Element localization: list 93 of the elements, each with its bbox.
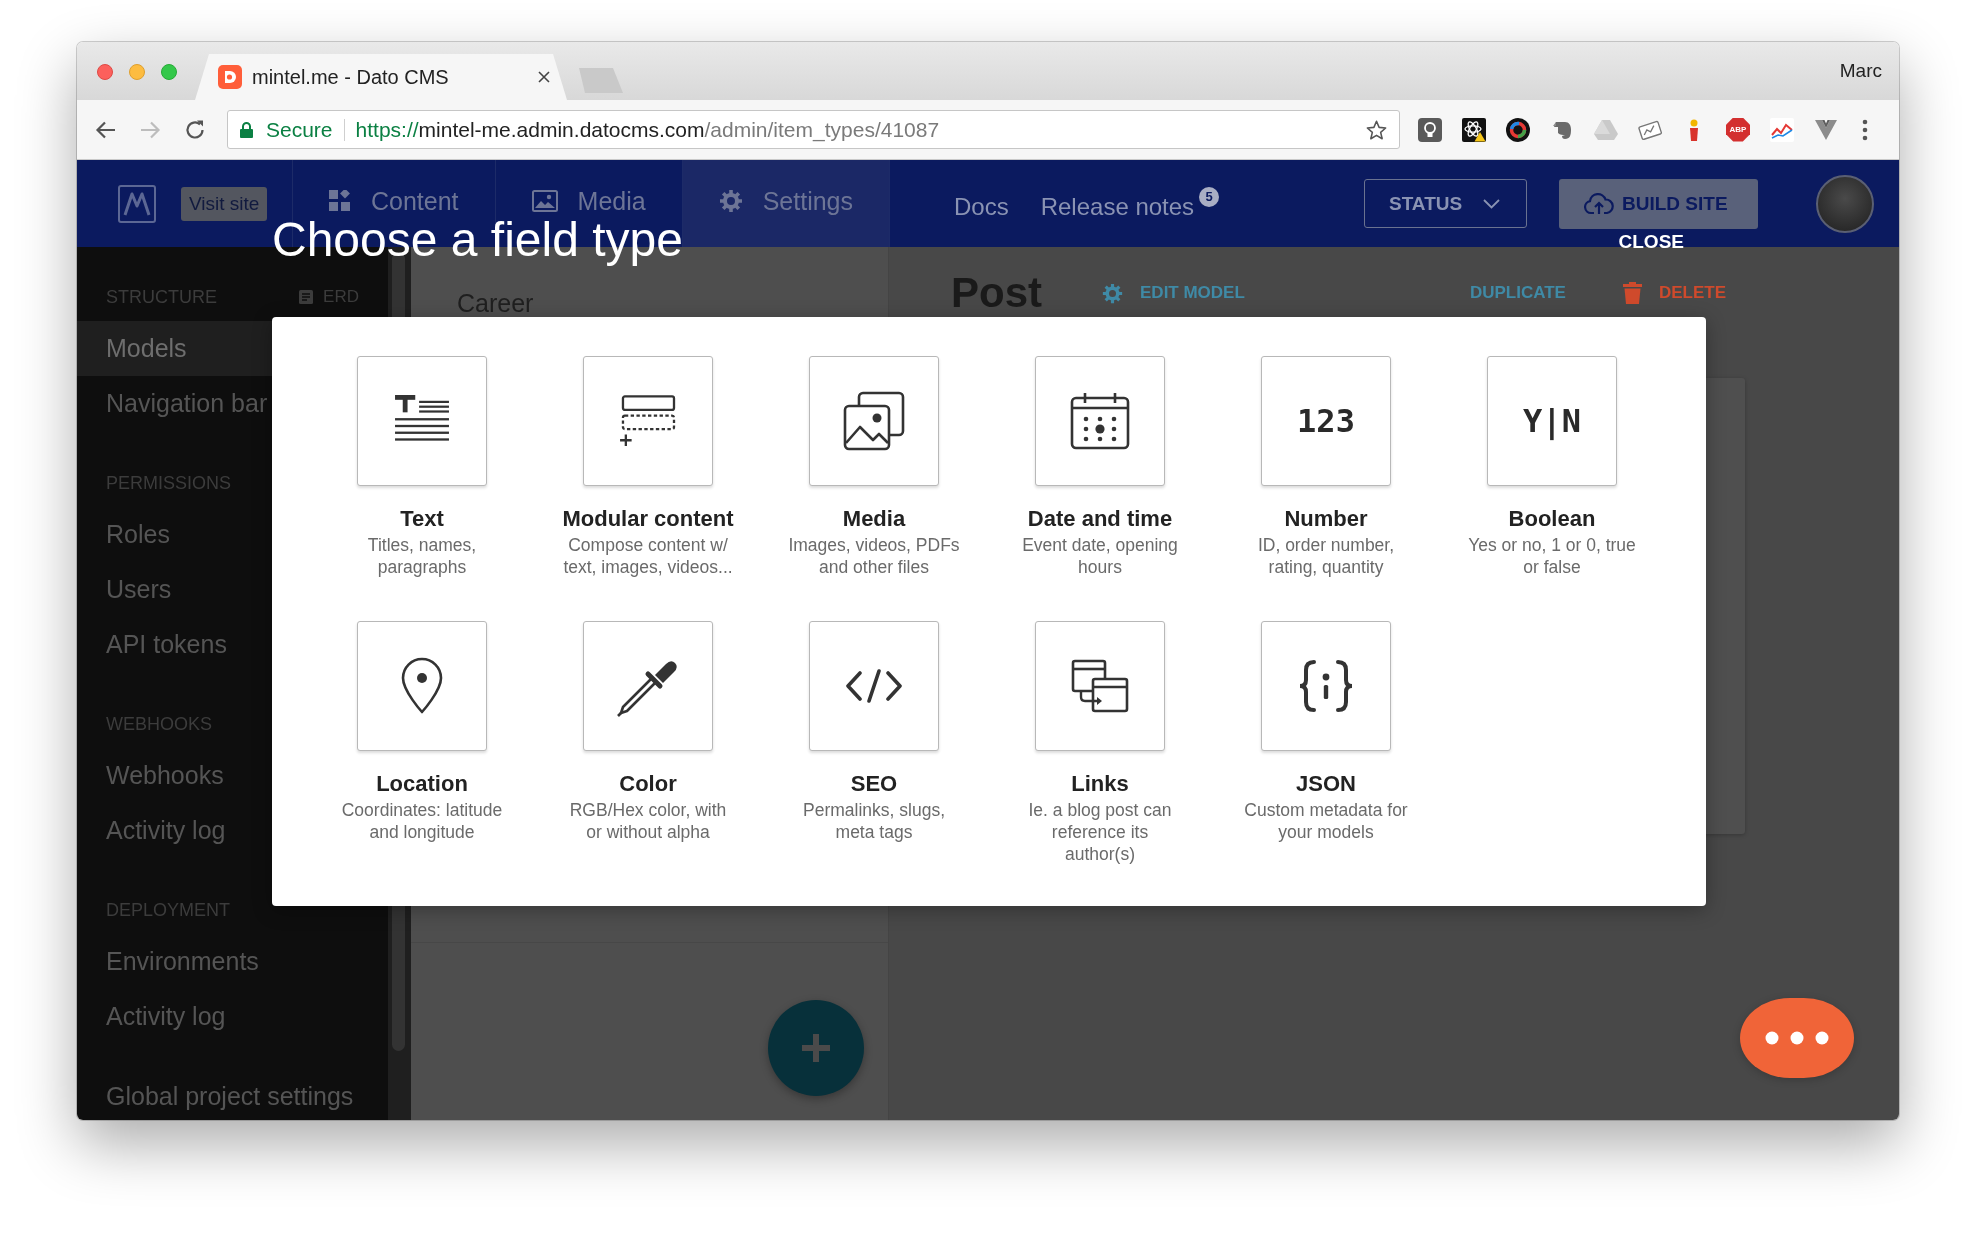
field-type-description: RGB/Hex color, with or without alpha (569, 799, 727, 843)
header-link[interactable]: Docs (954, 186, 1009, 221)
nav-tab[interactable]: Settings (682, 160, 889, 247)
calendar-icon (1070, 392, 1130, 450)
close-button[interactable]: CLOSE (1618, 231, 1684, 253)
field-type-button[interactable]: Y|N (1487, 356, 1617, 486)
close-icon[interactable] (538, 71, 550, 83)
model-action-button[interactable]: DUPLICATE (1469, 283, 1566, 303)
avatar[interactable] (1816, 174, 1874, 233)
ellipsis-icon (1765, 1031, 1829, 1045)
document-icon (299, 290, 314, 304)
field-type-name: Text (400, 506, 444, 532)
sidebar-item[interactable]: Activity log (77, 803, 272, 858)
build-site-button[interactable]: BUILD SITE (1559, 178, 1758, 229)
field-type-description: Yes or no, 1 or 0, true or false (1468, 534, 1636, 578)
count-badge: 5 (1199, 186, 1220, 207)
model-action-button[interactable]: DELETE (1622, 282, 1726, 304)
field-type-button[interactable] (357, 621, 487, 751)
field-type-description: Images, videos, PDFs and other files (788, 534, 960, 578)
browser-tab[interactable]: mintel.me - Dato CMS (195, 54, 567, 100)
security-label: Secure (266, 117, 333, 142)
field-type-button[interactable] (809, 621, 939, 751)
sidebar-item[interactable]: Activity log (77, 989, 272, 1044)
field-type-name: Location (376, 771, 468, 797)
bulb-icon[interactable] (1418, 117, 1442, 142)
sidebar-link[interactable]: Global project settings (77, 1076, 377, 1116)
sidebar-item[interactable]: Roles (77, 507, 272, 562)
field-type-name: Color (619, 771, 677, 797)
atom-icon[interactable] (1462, 117, 1486, 142)
gear-icon (718, 188, 743, 213)
sidebar-item[interactable]: Navigation bar (77, 376, 272, 431)
nav-tab[interactable]: Media (495, 186, 682, 215)
field-type-description: Permalinks, slugs, meta tags (803, 799, 945, 843)
url-text: https://mintel-me.admin.datocms.com/admin/item_types/41087 (355, 117, 940, 142)
reload-icon[interactable] (184, 118, 206, 141)
field-type-description: Event date, opening hours (1022, 534, 1178, 578)
grid-icon (329, 189, 351, 212)
field-type-name: Number (1284, 506, 1368, 532)
field-type-name: Links (1071, 771, 1129, 797)
field-type-button[interactable] (357, 356, 487, 486)
sidebar-item[interactable]: Models (77, 321, 272, 376)
field-type-name: SEO (850, 771, 898, 797)
close-window-icon[interactable] (97, 64, 113, 80)
field-type-description: ID, order number, rating, quantity (1257, 534, 1395, 578)
logo-icon[interactable] (118, 184, 156, 223)
field-type-name: Date and time (1027, 506, 1173, 532)
field-type-description: Custom metadata for your models (1244, 799, 1408, 843)
sidebar-item[interactable]: Environments (77, 934, 272, 989)
sidebar-item[interactable]: Webhooks (77, 748, 272, 803)
address-field[interactable]: Secure https://mintel-me.admin.datocms.com/admin/item_types/41087 (227, 110, 1400, 149)
field-type-description: Titles, names, paragraphs (367, 534, 477, 578)
braces-icon (1298, 659, 1354, 713)
line-chart-icon[interactable] (1770, 117, 1794, 142)
field-type-button[interactable] (583, 621, 713, 751)
color-ring-icon[interactable] (1506, 117, 1530, 142)
field-type-button[interactable] (583, 356, 713, 486)
adblock-button[interactable]: ABP (1726, 117, 1750, 142)
code-icon (845, 669, 903, 703)
field-type-button[interactable] (809, 356, 939, 486)
sidebar-item[interactable]: API tokens (77, 617, 272, 672)
field-type-name: Modular content (562, 506, 734, 532)
lock-icon (240, 121, 253, 138)
model-action-button[interactable]: EDIT MODEL (1102, 282, 1245, 304)
plus-icon (800, 1032, 832, 1064)
field-type-description: Coordinates: latitude and longitude (341, 799, 503, 843)
bookmark-star-icon[interactable] (1366, 119, 1387, 140)
header-link[interactable]: Release notes 5 (1040, 186, 1220, 221)
windows-icon (1071, 659, 1129, 713)
chevron-down-icon (1483, 198, 1500, 209)
profile-button[interactable]: Marc (1839, 60, 1882, 82)
cloud-upload-icon (1584, 192, 1614, 215)
modular-blocks-icon (620, 395, 676, 447)
trash-icon (1622, 282, 1642, 304)
image-icon (531, 189, 558, 212)
v-shape-icon[interactable] (1814, 117, 1838, 142)
gear-icon (1102, 282, 1123, 304)
nav-tab[interactable]: Content (293, 186, 495, 215)
images-icon (843, 391, 905, 451)
favicon-icon (218, 65, 242, 89)
kebab-menu-icon[interactable] (1862, 118, 1868, 141)
location-pin-icon (401, 657, 443, 715)
field-type-button[interactable] (1035, 621, 1165, 751)
field-type-button[interactable] (1261, 621, 1391, 751)
field-type-button[interactable]: 123 (1261, 356, 1391, 486)
field-type-name: Boolean (1508, 506, 1596, 532)
status-dropdown[interactable]: STATUS (1364, 179, 1527, 228)
field-type-button[interactable] (1035, 356, 1165, 486)
field-type-name: JSON (1296, 771, 1356, 797)
field-type-description: Compose content w/ text, images, videos... (563, 534, 733, 578)
visit-site-button[interactable]: Visit site (181, 186, 268, 221)
field-type-description: Ie. a blog post can reference its author(s) (1028, 799, 1172, 865)
field-type-name: Media (842, 506, 906, 532)
sidebar-item[interactable]: Users (77, 562, 272, 617)
